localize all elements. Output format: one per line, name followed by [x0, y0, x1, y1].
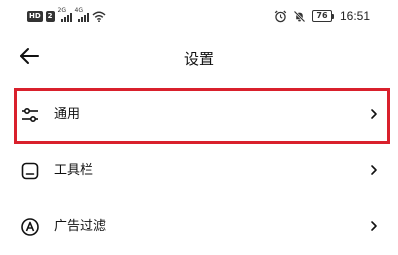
menu-item-label: 广告过滤 — [54, 219, 107, 234]
status-right: 76 16:51 — [274, 8, 370, 24]
toolbar-icon — [21, 162, 39, 180]
alarm-icon — [274, 10, 287, 22]
status-left: HD 2 2G 4G — [27, 7, 106, 23]
menu-item-label: 通用 — [54, 107, 81, 122]
page-title: 设置 — [183, 50, 214, 68]
sim-badge: 2 — [45, 10, 55, 22]
signal-4g-icon: 4G — [75, 7, 89, 22]
header: 设置 — [0, 34, 398, 82]
menu-item-ad-filter[interactable]: 广告过滤 — [0, 200, 398, 255]
status-bar: HD 2 2G 4G 76 16:51 — [0, 0, 398, 34]
battery-level: 76 — [311, 10, 332, 22]
chevron-right-icon — [371, 109, 377, 119]
mute-bell-icon — [293, 10, 306, 22]
menu-item-toolbar[interactable]: 工具栏 — [0, 144, 398, 200]
battery-icon: 76 — [311, 10, 334, 22]
signal-2g-icon: 2G — [58, 7, 72, 22]
chevron-right-icon — [371, 165, 377, 175]
wifi-icon — [92, 11, 106, 22]
hd-badge: HD — [27, 10, 43, 22]
chevron-right-icon — [371, 221, 377, 231]
status-time: 16:51 — [339, 9, 370, 23]
ad-block-icon — [21, 218, 39, 236]
menu-item-label: 工具栏 — [54, 163, 94, 178]
sliders-icon — [22, 107, 38, 123]
menu-item-general[interactable]: 通用 — [0, 88, 398, 144]
